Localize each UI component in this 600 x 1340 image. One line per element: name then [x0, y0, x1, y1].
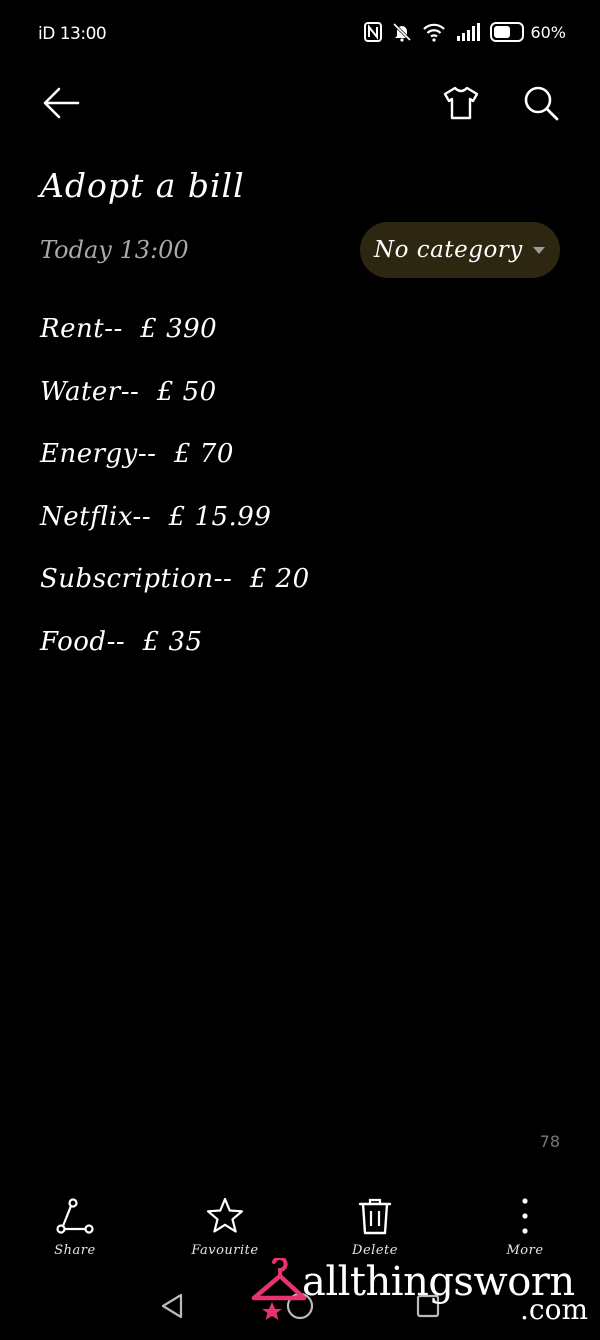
- note-title[interactable]: Adopt a bill: [40, 166, 245, 205]
- search-button[interactable]: [516, 80, 566, 130]
- nfc-icon: [364, 22, 383, 42]
- hanger-logo-icon: [250, 1256, 308, 1324]
- signal-icon: [456, 22, 481, 42]
- delete-label: Delete: [352, 1243, 398, 1258]
- battery-fill: [494, 26, 511, 38]
- triangle-back-icon: [159, 1292, 185, 1324]
- category-dropdown[interactable]: No category: [360, 222, 560, 278]
- note-line: Energy-- £ 70: [40, 439, 234, 469]
- status-icons: 60%: [364, 22, 566, 42]
- bell-muted-icon: [392, 22, 412, 42]
- share-label: Share: [54, 1243, 96, 1258]
- note-line: Netflix-- £ 15.99: [40, 501, 272, 532]
- share-button[interactable]: Share: [15, 1190, 135, 1258]
- more-vertical-icon: [505, 1190, 545, 1242]
- star-icon: [205, 1190, 245, 1242]
- back-arrow-icon: [42, 86, 80, 124]
- note-line: Water-- £ 50: [40, 376, 217, 407]
- chevron-down-icon: [532, 246, 545, 254]
- nav-back-button[interactable]: [152, 1288, 192, 1328]
- back-button[interactable]: [36, 80, 86, 130]
- shirt-icon: [442, 86, 480, 124]
- delete-button[interactable]: Delete: [315, 1190, 435, 1258]
- note-line: Food-- £ 35: [40, 626, 203, 657]
- favourite-label: Favourite: [191, 1243, 259, 1258]
- note-toolbar: [0, 80, 600, 130]
- note-line: Subscription-- £ 20: [40, 564, 310, 594]
- wifi-icon: [422, 22, 446, 42]
- battery-percent: 60%: [530, 22, 566, 42]
- trash-icon: [355, 1190, 395, 1242]
- note-body[interactable]: Rent-- £ 390 Water-- £ 50 Energy-- £ 70 …: [40, 314, 560, 689]
- watermark-suffix: .com: [520, 1293, 588, 1326]
- share-icon: [55, 1190, 95, 1242]
- category-label: No category: [374, 237, 523, 263]
- favourite-button[interactable]: Favourite: [165, 1190, 285, 1258]
- theme-button[interactable]: [436, 80, 486, 130]
- more-button[interactable]: More: [465, 1190, 585, 1258]
- word-count: 78: [539, 1132, 560, 1151]
- more-label: More: [506, 1243, 544, 1258]
- battery-icon: [490, 22, 525, 42]
- status-time: iD 13:00: [38, 24, 107, 44]
- status-bar: iD 13:00 60%: [0, 0, 600, 70]
- search-icon: [522, 84, 560, 126]
- watermark: allthingsworn .com: [246, 1256, 600, 1340]
- note-line: Rent-- £ 390: [40, 314, 218, 344]
- note-timestamp: Today 13:00: [40, 236, 189, 264]
